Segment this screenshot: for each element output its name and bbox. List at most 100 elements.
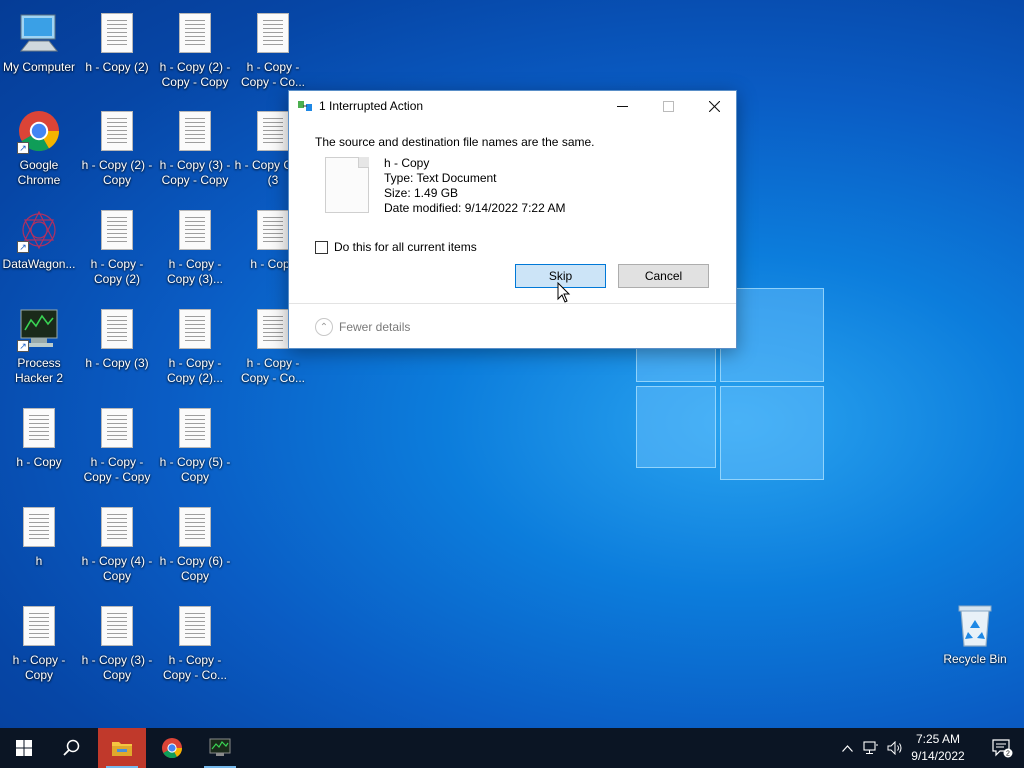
desktop-icon-label: h - Copy (4) - Copy: [81, 554, 153, 583]
dialog-titlebar[interactable]: 1 Interrupted Action: [289, 91, 736, 121]
apply-to-all-label: Do this for all current items: [334, 240, 477, 254]
apply-to-all-checkbox[interactable]: [315, 240, 328, 254]
close-button[interactable]: [691, 91, 737, 121]
desktop-icon-label: h - Copy - Copy - Copy: [83, 455, 151, 484]
document-icon: [15, 502, 63, 552]
recycle-bin-desktop-icon[interactable]: Recycle Bin: [936, 600, 1014, 696]
taskbar: 7:25 AM 9/14/2022 2: [0, 728, 1024, 768]
search-icon: [63, 739, 80, 756]
desktop-icon[interactable]: h - Copy (5) - Copy: [156, 403, 234, 499]
fewer-details-label: Fewer details: [339, 320, 411, 334]
chevron-up-icon: [841, 744, 853, 752]
file-copy-icon: [297, 98, 313, 114]
show-hidden-icons-button[interactable]: [836, 728, 858, 768]
desktop-icon-label: h - Copy - Copy (3)...: [166, 257, 223, 286]
close-icon: [708, 100, 720, 112]
process-hacker-icon: [209, 738, 231, 756]
desktop-icon-label: h - Copy (6) - Copy: [159, 554, 231, 583]
file-date-modified: Date modified: 9/14/2022 7:22 AM: [384, 201, 566, 215]
desktop-icon[interactable]: h - Copy (2) - Copy: [78, 106, 156, 202]
dialog-title: 1 Interrupted Action: [319, 99, 424, 113]
desktop-icon-label: h - Copy: [16, 455, 62, 469]
dialog-divider: [289, 303, 736, 304]
taskbar-file-explorer[interactable]: [98, 728, 146, 768]
interrupted-action-dialog: 1 Interrupted Action The source and dest…: [288, 90, 737, 349]
desktop-icon[interactable]: h - Copy - Copy (2): [78, 205, 156, 301]
fewer-details-toggle[interactable]: ⌃ Fewer details: [315, 318, 410, 336]
desktop-icon[interactable]: h - Copy - Copy - Copy: [78, 403, 156, 499]
desktop-icon-label: h - Copy - Copy (2)...: [166, 356, 223, 385]
file-name: h - Copy: [384, 156, 430, 170]
taskbar-process-hacker[interactable]: [196, 728, 244, 768]
file-size: Size: 1.49 GB: [384, 186, 459, 200]
desktop-icon-label: h - Copy - Copy - Co...: [240, 356, 306, 385]
desktop-icon[interactable]: h - Copy (2): [78, 8, 156, 104]
desktop-icon[interactable]: My Computer: [0, 8, 78, 104]
desktop-icon[interactable]: h - Copy - Copy (2)...: [156, 304, 234, 400]
mouse-pointer-icon: [557, 282, 571, 303]
desktop-icon[interactable]: h - Copy - Copy (3)...: [156, 205, 234, 301]
action-center-button[interactable]: 2: [980, 728, 1024, 768]
desktop-icon[interactable]: h - Copy (2) - Copy - Copy: [156, 8, 234, 104]
desktop-icon-label: h - Copy - Copy (2): [90, 257, 144, 286]
chevron-up-icon: ⌃: [315, 318, 333, 336]
taskbar-clock[interactable]: 7:25 AM 9/14/2022: [900, 731, 976, 765]
desktop-icon-label: DataWagon...: [2, 257, 76, 271]
document-icon: [171, 502, 219, 552]
minimize-button[interactable]: [599, 91, 645, 121]
apply-to-all-checkbox-row[interactable]: Do this for all current items: [315, 240, 477, 254]
search-button[interactable]: [48, 728, 96, 768]
desktop-icon[interactable]: h - Copy (3) - Copy - Copy: [156, 106, 234, 202]
desktop-icon[interactable]: h - Copy (3): [78, 304, 156, 400]
desktop-icon[interactable]: h - Copy (4) - Copy: [78, 502, 156, 598]
desktop-icon[interactable]: h - Copy - Copy: [0, 601, 78, 697]
dialog-message: The source and destination file names ar…: [315, 135, 595, 149]
chrome-icon: ↗: [15, 106, 63, 156]
network-tray-button[interactable]: [860, 728, 882, 768]
desktop-icon-label: Google Chrome: [17, 158, 61, 187]
desktop-icon[interactable]: h - Copy (6) - Copy: [156, 502, 234, 598]
document-icon: [93, 8, 141, 58]
document-icon: [93, 601, 141, 651]
desktop-icon[interactable]: h - Copy (3) - Copy: [78, 601, 156, 697]
document-icon: [171, 205, 219, 255]
document-icon: [93, 106, 141, 156]
text-document-icon: [325, 157, 369, 213]
desktop-icon-label: h - Copy (2): [85, 60, 149, 74]
desktop-icon-label: h: [35, 554, 43, 568]
document-icon: [93, 502, 141, 552]
desktop-icon-label: h - Copy (3) - Copy - Copy: [159, 158, 231, 187]
process-hacker-icon: ↗: [15, 304, 63, 354]
cancel-button[interactable]: Cancel: [618, 264, 709, 288]
computer-icon: [15, 8, 63, 58]
file-type: Type: Text Document: [384, 171, 497, 185]
clock-date: 9/14/2022: [911, 749, 965, 763]
document-icon: [15, 403, 63, 453]
desktop-icon[interactable]: ↗ DataWagon...: [0, 205, 78, 301]
start-icon: [16, 740, 32, 756]
desktop-icon-label: h - Copy (3): [85, 356, 149, 370]
recycle-bin-icon: [951, 600, 999, 650]
desktop-icon-label: h - Copy (3) - Copy: [81, 653, 153, 682]
taskbar-chrome[interactable]: [148, 728, 196, 768]
file-info: h - Copy Type: Text Document Size: 1.49 …: [384, 156, 565, 216]
desktop-icon-label: h - Copy (2) - Copy: [81, 158, 153, 187]
desktop-icon-label: h - Copy - Copy - Co...: [240, 60, 306, 89]
desktop-icon[interactable]: h: [0, 502, 78, 598]
desktop-icon[interactable]: h - Copy: [0, 403, 78, 499]
start-button[interactable]: [0, 728, 48, 768]
minimize-icon: [616, 105, 628, 107]
document-icon: [93, 304, 141, 354]
desktop-icon-label: h - Copy (5) - Copy: [159, 455, 231, 484]
document-icon: [15, 601, 63, 651]
clock-time: 7:25 AM: [915, 732, 961, 746]
desktop-icon[interactable]: h - Copy - Copy - Co...: [156, 601, 234, 697]
maximize-icon: [662, 100, 674, 112]
document-icon: [171, 304, 219, 354]
document-icon: [249, 8, 297, 58]
document-icon: [171, 8, 219, 58]
desktop-icon[interactable]: ↗ Process Hacker 2: [0, 304, 78, 400]
chrome-icon: [162, 738, 183, 759]
file-explorer-icon: [112, 742, 132, 756]
desktop-icon[interactable]: ↗ Google Chrome: [0, 106, 78, 202]
